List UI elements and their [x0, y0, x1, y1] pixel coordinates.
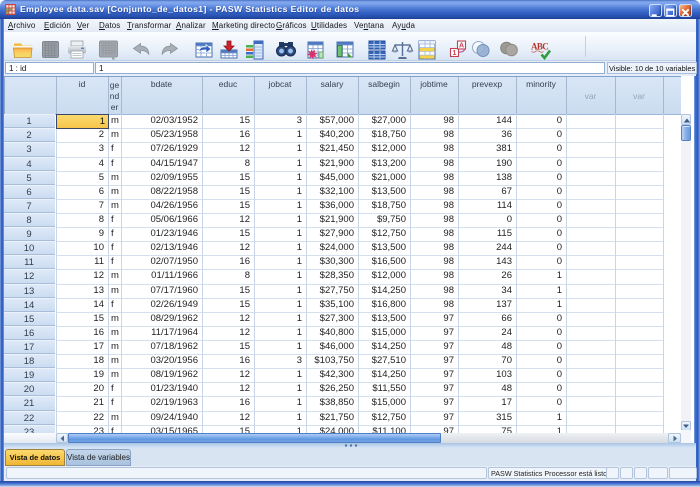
- svg-text:A: A: [459, 43, 464, 50]
- svg-text:1: 1: [453, 50, 457, 57]
- svg-text:ABC: ABC: [531, 42, 548, 52]
